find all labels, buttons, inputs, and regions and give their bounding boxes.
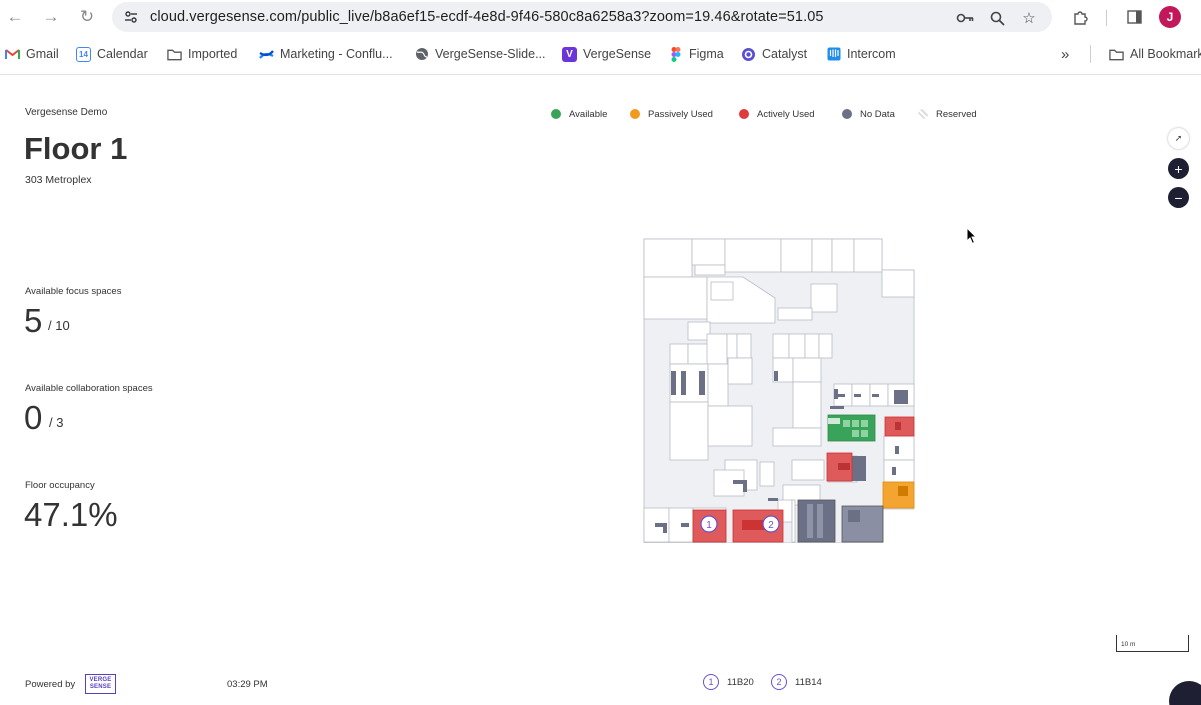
current-time: 03:29 PM <box>227 679 268 690</box>
extensions-puzzle-icon[interactable] <box>1070 6 1092 28</box>
floor-dashboard: Vergesense Demo Floor 1 303 Metroplex Av… <box>0 76 1201 705</box>
bookmarks-divider <box>1090 45 1091 63</box>
vergesense-logo: VERGE SENSE <box>85 674 116 694</box>
floor-occupancy-value: 47.1% <box>24 496 118 533</box>
badge-number: 2 <box>771 674 787 690</box>
intercom-icon <box>826 47 841 62</box>
svg-text:2: 2 <box>768 520 774 531</box>
forward-arrow-icon[interactable]: → <box>40 6 62 28</box>
bookmark-label: VergeSense-Slide... <box>435 47 546 61</box>
zoom-in-button[interactable]: + <box>1168 158 1189 179</box>
bookmark-intercom[interactable]: Intercom <box>826 44 896 64</box>
bookmark-catalyst[interactable]: Catalyst <box>741 44 807 64</box>
all-bookmarks-label: All Bookmarks <box>1130 47 1201 61</box>
map-scale-bar: 10 m <box>1116 635 1189 652</box>
status-dot <box>842 109 852 119</box>
badge-room: 11B20 <box>727 676 754 688</box>
bookmark-label: Figma <box>689 47 724 61</box>
browser-chrome: ← → ↻ cloud.vergesense.com/public_live/b… <box>0 0 1201 75</box>
back-arrow-icon[interactable]: ← <box>4 6 26 28</box>
svg-text:1: 1 <box>706 520 712 531</box>
calendar-icon: 14 <box>76 46 91 62</box>
collab-spaces-value: 0 <box>24 399 43 436</box>
zoom-out-button[interactable]: − <box>1168 187 1189 208</box>
legend-label: Passively Used <box>648 108 713 120</box>
bookmark-marketing-confluence[interactable]: Marketing - Conflu... <box>259 44 393 64</box>
vergesense-icon: V <box>562 46 577 62</box>
legend-reserved: Reserved <box>918 107 977 121</box>
reload-icon[interactable]: ↻ <box>76 6 98 28</box>
globe-icon <box>414 47 429 62</box>
all-bookmarks-folder[interactable]: All Bookmarks <box>1109 44 1201 64</box>
room-badge-1: 1 <box>700 515 718 533</box>
powered-by-label: Powered by <box>25 679 76 690</box>
folder-icon <box>167 47 182 62</box>
zoom-magnifier-icon[interactable] <box>987 8 1007 28</box>
status-dot <box>551 109 561 119</box>
legend-label: No Data <box>860 108 895 120</box>
legend-label: Available <box>569 108 608 120</box>
side-panel-icon[interactable] <box>1123 6 1145 28</box>
room-legend-1: 1 11B20 <box>703 674 754 690</box>
organization-name: Vergesense Demo <box>25 107 108 118</box>
gmail-icon <box>5 47 20 62</box>
room-legend-2: 2 11B14 <box>771 674 822 690</box>
bookmark-vergesense-slides[interactable]: VergeSense-Slide... <box>414 44 546 64</box>
figma-icon <box>668 46 683 62</box>
bookmark-label: VergeSense <box>583 47 652 61</box>
focus-spaces-value: 5 <box>24 302 43 339</box>
mouse-cursor-icon <box>966 227 978 245</box>
site-settings-icon[interactable] <box>122 8 140 26</box>
collab-spaces-total: / 3 <box>49 415 64 430</box>
focus-spaces-total: / 10 <box>48 318 70 333</box>
status-dot <box>630 109 640 119</box>
legend-available: Available <box>551 107 607 121</box>
building-address: 303 Metroplex <box>25 174 92 186</box>
legend-label: Reserved <box>936 108 977 120</box>
bookmark-label: Imported <box>188 47 238 61</box>
compass-reset-icon[interactable]: ➚ <box>1168 128 1189 149</box>
legend-passively-used: Passively Used <box>630 107 713 121</box>
bookmark-star-icon[interactable]: ☆ <box>1019 8 1039 28</box>
legend-no-data: No Data <box>842 107 895 121</box>
chat-launcher-button[interactable] <box>1169 681 1201 705</box>
legend-actively-used: Actively Used <box>739 107 815 121</box>
confluence-icon <box>259 47 274 62</box>
floor-occupancy-label: Floor occupancy <box>25 480 95 491</box>
address-bar[interactable]: cloud.vergesense.com/public_live/b8a6ef1… <box>112 2 1052 32</box>
status-dot <box>739 109 749 119</box>
bookmarks-bar: Gmail 14 Calendar Imported Marketing - C… <box>0 41 1201 67</box>
reserved-hatch-icon <box>918 109 928 119</box>
profile-avatar[interactable]: J <box>1159 6 1181 28</box>
bookmark-label: Catalyst <box>762 47 808 61</box>
focus-spaces-label: Available focus spaces <box>25 286 122 297</box>
bookmark-label: Calendar <box>97 47 148 61</box>
bookmark-label: Marketing - Conflu... <box>280 47 393 61</box>
bookmark-label: Gmail <box>26 47 59 61</box>
legend-label: Actively Used <box>757 108 815 120</box>
room-badge-2: 2 <box>762 515 780 533</box>
collab-spaces-label: Available collaboration spaces <box>25 383 153 394</box>
catalyst-icon <box>741 47 756 62</box>
password-key-icon[interactable] <box>955 8 975 28</box>
badge-number: 1 <box>703 674 719 690</box>
bookmark-vergesense[interactable]: V VergeSense <box>562 44 651 64</box>
url-text[interactable]: cloud.vergesense.com/public_live/b8a6ef1… <box>150 9 824 25</box>
bookmark-gmail[interactable]: Gmail <box>5 44 59 64</box>
page-title: Floor 1 <box>24 131 128 166</box>
folder-icon <box>1109 47 1124 62</box>
toolbar-divider <box>1106 10 1107 26</box>
floor-plan-map[interactable]: 1 2 <box>643 238 915 543</box>
bookmark-imported[interactable]: Imported <box>167 44 237 64</box>
badge-room: 11B14 <box>795 676 822 688</box>
bookmark-figma[interactable]: Figma <box>668 44 724 64</box>
bookmark-label: Intercom <box>847 47 896 61</box>
bookmark-calendar[interactable]: 14 Calendar <box>76 44 148 64</box>
more-bookmarks-chevron-icon[interactable]: » <box>1061 44 1069 64</box>
